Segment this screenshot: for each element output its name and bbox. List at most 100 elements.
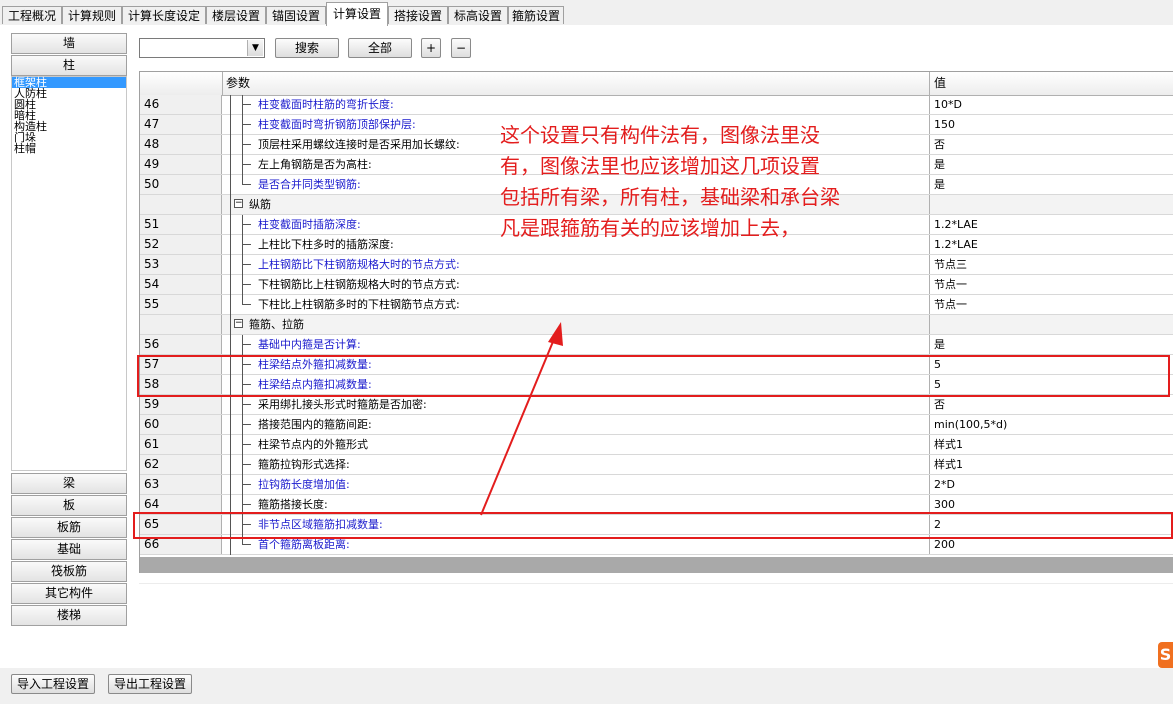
chevron-down-icon[interactable]: ▼ [247, 40, 263, 56]
table-row[interactable]: 53 上柱钢筋比下柱钢筋规格大时的节点方式: 节点三 [140, 255, 1173, 275]
param-label: 采用绑扎接头形式时箍筋是否加密: [258, 398, 427, 411]
row-number: 54 [140, 275, 222, 294]
category-button-raft-rebar[interactable]: 筏板筋 [11, 561, 127, 582]
param-label: 柱变截面时插筋深度: [258, 218, 361, 231]
grid-header: 参数 值 [140, 72, 1173, 96]
list-item-column-cap[interactable]: 柱帽 [12, 143, 126, 154]
param-label: 柱梁节点内的外箍形式 [258, 438, 368, 451]
highlight-row-65 [133, 512, 1173, 539]
value-cell[interactable]: 10*D [930, 95, 1173, 114]
search-button[interactable]: 搜索 [275, 38, 339, 58]
brand-logo-icon: S [1158, 642, 1173, 668]
grid-empty-area [140, 557, 1173, 573]
category-button-slab[interactable]: 板 [11, 495, 127, 516]
table-row[interactable]: 55 下柱比上柱钢筋多时的下柱钢筋节点方式: 节点一 [140, 295, 1173, 315]
tab-lap-settings[interactable]: 搭接设置 [388, 6, 448, 24]
category-button-wall[interactable]: 墙 [11, 33, 127, 54]
value-cell[interactable]: 节点一 [930, 295, 1173, 314]
value-cell[interactable]: 1.2*LAE [930, 215, 1173, 234]
tab-floor-settings[interactable]: 楼层设置 [206, 6, 266, 24]
table-row[interactable]: 59 采用绑扎接头形式时箍筋是否加密: 否 [140, 395, 1173, 415]
row-number: 53 [140, 255, 222, 274]
column-type-list: 框架柱 人防柱 圆柱 暗柱 构造柱 门垛 柱帽 [11, 76, 127, 471]
value-cell [930, 195, 1173, 214]
header-param: 参数 [222, 72, 930, 95]
table-row[interactable]: 60 搭接范围内的箍筋间距: min(100,5*d) [140, 415, 1173, 435]
table-row[interactable]: 54 下柱钢筋比上柱钢筋规格大时的节点方式: 节点一 [140, 275, 1173, 295]
tab-stirrup-settings[interactable]: 箍筋设置 [508, 6, 564, 24]
value-cell[interactable]: 是 [930, 155, 1173, 174]
tab-calc-rules[interactable]: 计算规则 [62, 6, 122, 24]
category-button-beam[interactable]: 梁 [11, 473, 127, 494]
table-row[interactable]: 63 拉钩筋长度增加值: 2*D [140, 475, 1173, 495]
filter-combo[interactable]: ▼ [139, 38, 265, 58]
param-label: 下柱钢筋比上柱钢筋规格大时的节点方式: [258, 278, 460, 291]
param-label: 基础中内箍是否计算: [258, 338, 361, 351]
category-button-column[interactable]: 柱 [11, 55, 127, 76]
category-button-slab-rebar[interactable]: 板筋 [11, 517, 127, 538]
value-cell[interactable]: 是 [930, 175, 1173, 194]
expand-all-button[interactable]: + [421, 38, 441, 58]
category-button-stairs[interactable]: 楼梯 [11, 605, 127, 626]
tab-calc-settings[interactable]: 计算设置 [326, 2, 388, 26]
param-label: 箍筋拉钩形式选择: [258, 458, 350, 471]
value-cell[interactable]: 是 [930, 335, 1173, 354]
table-row[interactable]: 46 柱变截面时柱筋的弯折长度: 10*D [140, 95, 1173, 115]
param-label: 柱变截面时弯折钢筋顶部保护层: [258, 118, 416, 131]
row-number: 61 [140, 435, 222, 454]
param-label: 顶层柱采用螺纹连接时是否采用加长螺纹: [258, 138, 460, 151]
value-cell[interactable]: 节点三 [930, 255, 1173, 274]
value-cell[interactable]: 1.2*LAE [930, 235, 1173, 254]
table-row[interactable]: 62 箍筋拉钩形式选择: 样式1 [140, 455, 1173, 475]
param-label: 上柱比下柱多时的插筋深度: [258, 238, 394, 251]
value-cell[interactable]: 节点一 [930, 275, 1173, 294]
annotation-line: 这个设置只有构件法有，图像法里没 [500, 123, 820, 147]
import-project-settings-button[interactable]: 导入工程设置 [11, 674, 95, 694]
description-area [139, 583, 1173, 628]
param-cell: 箍筋拉钩形式选择: [222, 455, 930, 475]
value-cell[interactable]: 否 [930, 395, 1173, 414]
tab-calc-length[interactable]: 计算长度设定 [122, 6, 206, 24]
tab-elevation-settings[interactable]: 标高设置 [448, 6, 508, 24]
collapse-all-button[interactable]: − [451, 38, 471, 58]
row-number: 51 [140, 215, 222, 234]
highlight-rows-57-58 [137, 355, 1170, 397]
param-cell: − 箍筋、拉筋 [222, 315, 930, 335]
collapse-node-icon[interactable]: − [234, 199, 243, 208]
row-number: 49 [140, 155, 222, 174]
param-cell: 搭接范围内的箍筋间距: [222, 415, 930, 435]
value-cell[interactable]: 样式1 [930, 435, 1173, 454]
category-button-other-components[interactable]: 其它构件 [11, 583, 127, 604]
header-row-number [140, 72, 223, 95]
value-cell[interactable]: 2*D [930, 475, 1173, 494]
param-cell: 柱梁节点内的外箍形式 [222, 435, 930, 455]
table-row[interactable]: 61 柱梁节点内的外箍形式 样式1 [140, 435, 1173, 455]
collapse-node-icon[interactable]: − [234, 319, 243, 328]
category-button-foundation[interactable]: 基础 [11, 539, 127, 560]
param-cell: 上柱钢筋比下柱钢筋规格大时的节点方式: [222, 255, 930, 275]
show-all-button[interactable]: 全部 [348, 38, 412, 58]
group-title: 箍筋、拉筋 [249, 318, 304, 331]
value-cell[interactable]: min(100,5*d) [930, 415, 1173, 434]
value-cell[interactable]: 150 [930, 115, 1173, 134]
row-number [140, 315, 222, 334]
group-row[interactable]: − 箍筋、拉筋 [140, 315, 1173, 335]
tab-anchorage-settings[interactable]: 锚固设置 [266, 6, 326, 24]
param-label: 下柱比上柱钢筋多时的下柱钢筋节点方式: [258, 298, 460, 311]
param-cell: 基础中内箍是否计算: [222, 335, 930, 355]
param-label: 左上角钢筋是否为高柱: [258, 158, 372, 171]
param-cell: 拉钩筋长度增加值: [222, 475, 930, 495]
row-number: 50 [140, 175, 222, 194]
table-row[interactable]: 56 基础中内箍是否计算: 是 [140, 335, 1173, 355]
tab-project-overview[interactable]: 工程概况 [2, 6, 62, 24]
param-cell: 下柱钢筋比上柱钢筋规格大时的节点方式: [222, 275, 930, 295]
annotation-line: 凡是跟箍筋有关的应该增加上去， [500, 216, 800, 240]
row-number: 52 [140, 235, 222, 254]
row-number: 60 [140, 415, 222, 434]
value-cell[interactable]: 样式1 [930, 455, 1173, 474]
param-label: 拉钩筋长度增加值: [258, 478, 350, 491]
value-cell[interactable]: 否 [930, 135, 1173, 154]
export-project-settings-button[interactable]: 导出工程设置 [108, 674, 192, 694]
param-label: 柱变截面时柱筋的弯折长度: [258, 98, 394, 111]
row-number: 56 [140, 335, 222, 354]
